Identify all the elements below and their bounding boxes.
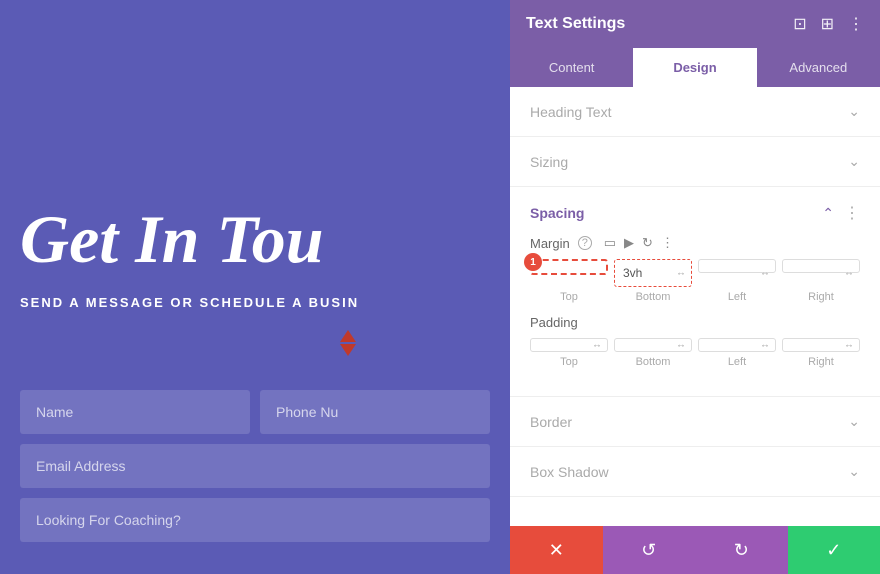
spacing-title: Spacing [530,205,584,221]
margin-left-label: Left [698,291,776,303]
padding-right-label: Right [782,356,860,368]
arrow-down-icon [340,344,356,356]
margin-bottom-unit: ↔ [676,268,686,279]
reset-margin-icon[interactable]: ↻ [642,235,653,251]
columns-icon[interactable]: ⊞ [821,14,834,34]
heading-text-section[interactable]: Heading Text ⌄ [510,87,880,137]
padding-bottom-unit: ↔ [676,340,686,351]
margin-bottom-label: Bottom [614,291,692,303]
resize-icon[interactable]: ⊡ [793,14,806,34]
spacing-more-icon[interactable]: ⋮ [844,203,860,223]
sizing-section[interactable]: Sizing ⌄ [510,137,880,187]
sizing-label: Sizing [530,154,568,170]
reset-icon: ↺ [641,540,656,561]
email-input[interactable]: Email Address [20,444,490,488]
form-area: Name Phone Nu Email Address Looking For … [20,390,490,542]
reset-button[interactable]: ↺ [603,526,696,574]
device-icon[interactable]: ▭ [604,235,616,251]
settings-content: Heading Text ⌄ Sizing ⌄ Spacing ⌃ ⋮ Marg… [510,87,880,526]
tabs-bar: Content Design Advanced [510,48,880,87]
form-row-2: Email Address [20,444,490,488]
margin-inputs: 1 3vh ↔ ↔ ↔ [530,259,860,287]
margin-label: Margin [530,236,570,251]
margin-top-cell: 1 [530,259,608,287]
padding-inputs: ↔ ↔ ↔ ↔ [530,338,860,352]
heading-text-chevron: ⌄ [848,103,860,120]
name-input[interactable]: Name [20,390,250,434]
margin-bottom-cell: 3vh ↔ [614,259,692,287]
padding-left-label: Left [698,356,776,368]
padding-top-label: Top [530,356,608,368]
drag-handle[interactable] [340,330,356,356]
form-row-3: Looking For Coaching? [20,498,490,542]
border-section[interactable]: Border ⌄ [510,397,880,447]
padding-top-cell: ↔ [530,338,608,352]
cancel-button[interactable]: ✕ [510,526,603,574]
tab-content[interactable]: Content [510,48,633,87]
spacing-header: Spacing ⌃ ⋮ [530,187,860,235]
save-icon: ✓ [826,540,841,561]
preview-panel: Get In Tou SEND A MESSAGE OR SCHEDULE A … [0,0,510,574]
margin-right-unit: ↔ [844,268,854,279]
sizing-chevron: ⌄ [848,153,860,170]
box-shadow-label: Box Shadow [530,464,609,480]
margin-options-icon[interactable]: ⋮ [661,235,674,251]
cancel-icon: ✕ [549,540,564,561]
border-chevron: ⌄ [848,413,860,430]
padding-top-unit: ↔ [592,340,602,351]
more-icon[interactable]: ⋮ [848,14,864,34]
phone-input[interactable]: Phone Nu [260,390,490,434]
padding-label: Padding [530,315,578,330]
settings-title: Text Settings [526,15,625,33]
preview-subheading: SEND A MESSAGE OR SCHEDULE A BUSIN [20,295,510,310]
bottom-bar: ✕ ↺ ↻ ✓ [510,526,880,574]
save-button[interactable]: ✓ [788,526,880,574]
spacing-section: Spacing ⌃ ⋮ Margin ? ▭ ▶ ↻ ⋮ [510,187,880,397]
form-row-1: Name Phone Nu [20,390,490,434]
arrow-up-icon [340,330,356,342]
padding-bottom-label: Bottom [614,356,692,368]
spacing-collapse-icon[interactable]: ⌃ [822,205,834,222]
cursor-icon[interactable]: ▶ [624,235,634,251]
margin-help-icon[interactable]: ? [578,236,592,250]
margin-right-label: Right [782,291,860,303]
margin-left-unit: ↔ [760,268,770,279]
margin-toolbar: ▭ ▶ ↻ ⋮ [604,235,674,251]
padding-right-unit: ↔ [844,340,854,351]
redo-icon: ↻ [734,540,749,561]
padding-bottom-cell: ↔ [614,338,692,352]
settings-panel: Text Settings ⊡ ⊞ ⋮ Content Design Advan… [510,0,880,574]
margin-badge: 1 [524,253,542,271]
padding-right-cell: ↔ [782,338,860,352]
margin-top-label: Top [530,291,608,303]
margin-left-cell: ↔ [698,259,776,287]
coaching-input[interactable]: Looking For Coaching? [20,498,490,542]
preview-heading: Get In Tou [20,200,490,279]
tab-design[interactable]: Design [633,48,756,87]
redo-button[interactable]: ↻ [695,526,788,574]
margin-label-row: Margin ? ▭ ▶ ↻ ⋮ [530,235,860,251]
margin-right-cell: ↔ [782,259,860,287]
padding-left-cell: ↔ [698,338,776,352]
tab-advanced[interactable]: Advanced [757,48,880,87]
padding-left-unit: ↔ [760,340,770,351]
margin-field-labels: Top Bottom Left Right [530,291,860,303]
box-shadow-section[interactable]: Box Shadow ⌄ [510,447,880,497]
settings-header: Text Settings ⊡ ⊞ ⋮ [510,0,880,48]
header-icons: ⊡ ⊞ ⋮ [793,14,864,34]
box-shadow-chevron: ⌄ [848,463,860,480]
padding-label-row: Padding [530,315,860,330]
heading-text-label: Heading Text [530,104,611,120]
border-label: Border [530,414,572,430]
padding-field-labels: Top Bottom Left Right [530,356,860,368]
